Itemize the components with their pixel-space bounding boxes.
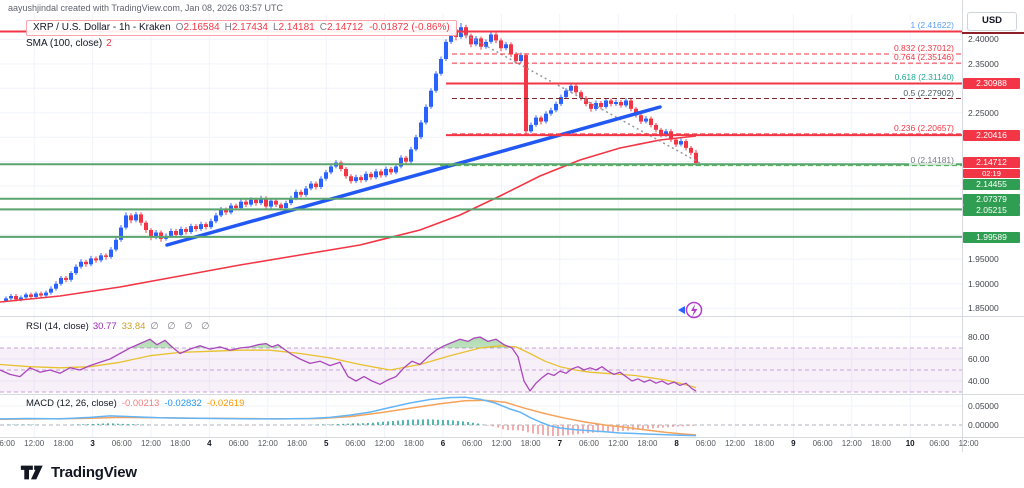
sma-value: 2 (106, 38, 112, 49)
price-tick-label: 40.00 (968, 376, 990, 386)
sma-label: SMA (100, close) (26, 38, 103, 49)
dotted-trendline (456, 29, 701, 164)
time-tick-label: 9 (791, 439, 796, 448)
time-tick-label: 5 (323, 439, 329, 448)
tradingview-chart-window: aayushjindal created with TradingView.co… (0, 0, 1024, 488)
time-tick-label: 18:00 (403, 439, 424, 448)
time-tick-label: 12:00 (724, 439, 746, 448)
time-tick-label: 06:00 (228, 439, 249, 448)
sma-line (0, 135, 697, 303)
time-tick-label: 12:00 (841, 439, 862, 448)
time-tick-label: 18:00 (170, 439, 191, 448)
flash-marker-icon (678, 301, 703, 319)
chart-canvas[interactable] (0, 0, 1024, 488)
price-tick-label: 80.00 (968, 332, 990, 342)
time-tick-label: 12:00 (24, 439, 45, 448)
sma-legend[interactable]: SMA (100, close) 2 (26, 38, 112, 49)
time-tick-label: 4 (207, 439, 212, 448)
time-tick-label: 12:00 (257, 439, 278, 448)
price-tick-label: 2.40000 (968, 34, 999, 44)
time-tick-label: 06:00 (578, 439, 600, 448)
rsi-hidden-values: ∅ ∅ ∅ ∅ (150, 321, 213, 332)
price-tick-label: 2.35000 (968, 59, 999, 69)
time-tick-label: 06:00 (462, 439, 483, 448)
fib-level-label: 0.236 (2.20657) (891, 122, 956, 133)
time-tick-label: 06:00 (929, 439, 950, 448)
price-tick-label: 60.00 (968, 354, 990, 364)
rsi-ma-value: 33.84 (121, 321, 146, 332)
support-trendline (165, 105, 662, 247)
footer: TradingView (0, 452, 1024, 488)
price-tick-label: 1.90000 (968, 279, 999, 289)
attribution-text: aayushjindal created with TradingView.co… (8, 3, 283, 13)
macd-hist-value: -0.00213 (121, 398, 160, 409)
candles-layer (4, 23, 698, 303)
time-tick-label: 12:00 (374, 439, 395, 448)
time-tick-label: 12:00 (491, 439, 512, 448)
time-tick-label: 10 (905, 439, 915, 448)
price-tick-label: 2.25000 (968, 108, 999, 118)
symbol-title: XRP / U.S. Dollar - 1h - Kraken (33, 22, 171, 33)
time-tick-label: 12:00 (958, 439, 979, 448)
fib-level-label: 0.5 (2.27902) (901, 87, 956, 98)
time-tick-label: 6 (440, 439, 446, 448)
price-badge: 2.14712 (963, 157, 1020, 168)
price-badge: 2.20416 (963, 130, 1020, 141)
rsi-band (0, 348, 962, 392)
fib-level-label: 1 (2.41622) (908, 20, 956, 31)
time-tick-label: 06:00 (345, 439, 366, 448)
time-tick-label: 12:00 (608, 439, 629, 448)
rsi-value: 30.77 (92, 321, 117, 332)
currency-toggle-button[interactable]: USD (967, 12, 1017, 31)
time-tick-label: 18:00 (637, 439, 658, 448)
tradingview-logo-icon (20, 465, 43, 480)
high-value: 2.17434 (231, 22, 268, 33)
time-tick-label: 18:00 (870, 439, 892, 448)
fib-level-label: 0 (2.14181) (908, 154, 956, 165)
close-label: C (319, 22, 327, 33)
price-tick-label: 1.95000 (968, 254, 999, 264)
close-value: 2.14712 (326, 22, 364, 33)
macd-legend[interactable]: MACD (12, 26, close) -0.00213 -0.02832 -0.0… (26, 398, 244, 409)
tradingview-logo[interactable]: TradingView (20, 462, 137, 483)
countdown-badge: 02:19 (963, 169, 1020, 178)
price-tick-label: 0.00000 (968, 420, 999, 430)
time-tick-label: 06:00 (812, 439, 833, 448)
fib-level-label: 0.618 (2.31140) (892, 71, 956, 82)
rsi-label: RSI (14, close) (26, 321, 89, 332)
price-tick-label: 0.05000 (968, 401, 999, 411)
price-badge: 2.14455 (963, 179, 1020, 190)
tradingview-logo-text: TradingView (51, 464, 137, 481)
time-tick-label: 3 (90, 439, 95, 448)
time-tick-label: 7 (557, 439, 563, 448)
time-tick-label: 06:00 (695, 439, 716, 448)
high-label: H (224, 22, 232, 33)
open-value: 2.16584 (183, 22, 220, 33)
time-tick-label: 06:00 (111, 439, 132, 448)
price-badge: 1.99589 (963, 232, 1020, 243)
macd-line-value: -0.02832 (164, 398, 202, 409)
time-tick-label: 18:00 (286, 439, 308, 448)
fib-level-label: 0.764 (2.35146) (891, 52, 956, 63)
symbol-legend[interactable]: XRP / U.S. Dollar - 1h - Kraken O2.16584 H… (26, 20, 457, 36)
time-tick-label: 18:00 (520, 439, 541, 448)
time-tick-label: 12:00 (140, 439, 162, 448)
price-badge: 2.30988 (963, 78, 1020, 89)
macd-label: MACD (12, 26, close) (26, 398, 117, 409)
time-tick-label: 8 (674, 439, 679, 448)
macd-histogram (7, 419, 694, 436)
time-tick-label: 18:00 (754, 439, 775, 448)
price-badge: 2.05215 (963, 205, 1020, 216)
low-value: 2.14181 (278, 22, 315, 33)
rsi-legend[interactable]: RSI (14, close) 30.77 33.84 ∅ ∅ ∅ ∅ (26, 321, 212, 332)
change-value: -0.01872 (-0.86%) (369, 22, 450, 33)
time-tick-label: 18:00 (53, 439, 74, 448)
price-tick-label: 1.85000 (968, 303, 999, 313)
macd-signal-value: -0.02619 (206, 398, 245, 409)
time-tick-label: 06:00 (0, 439, 16, 448)
price-badge: 2.07379 (963, 194, 1020, 205)
